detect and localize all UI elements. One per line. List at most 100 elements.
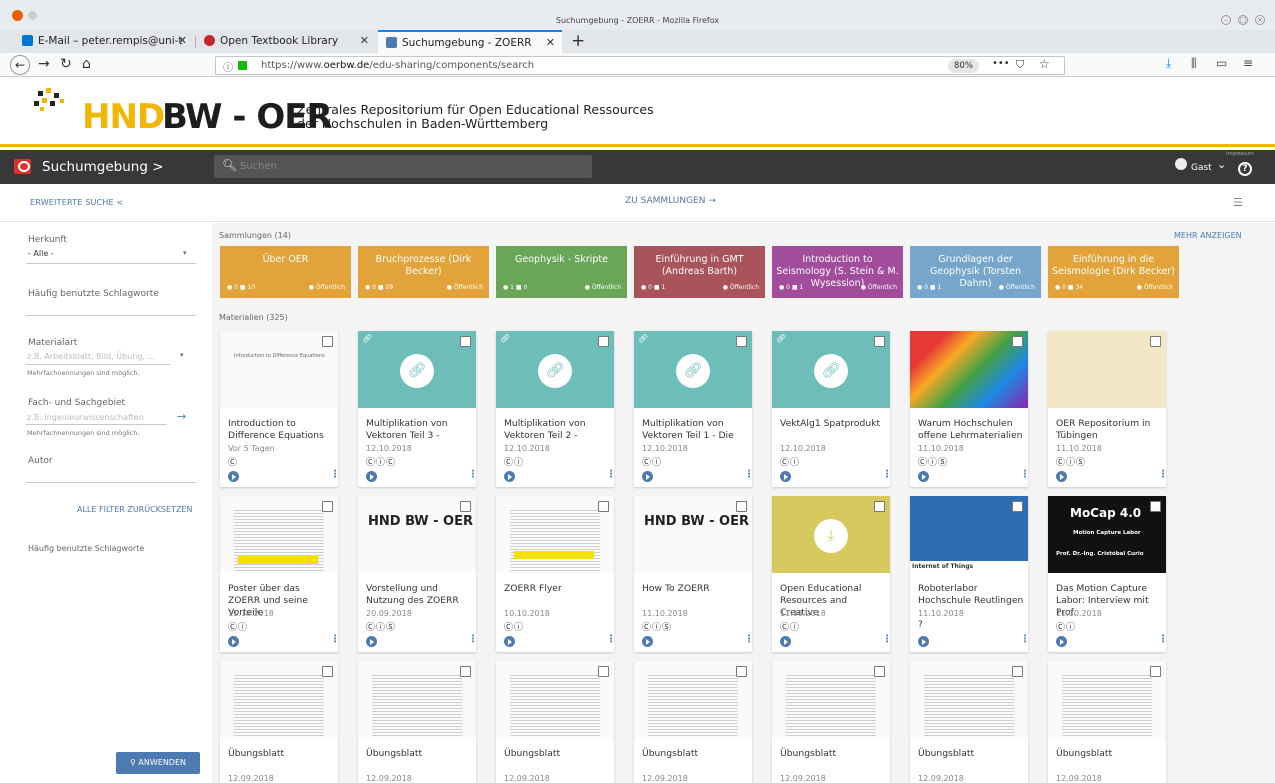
select-checkbox[interactable] bbox=[1012, 501, 1023, 512]
material-thumbnail[interactable] bbox=[220, 661, 338, 738]
select-checkbox[interactable] bbox=[874, 666, 885, 677]
collection-tile[interactable]: Introduction to Seismology (S. Stein & M… bbox=[772, 246, 903, 298]
material-card[interactable]: Internet of Things Roboterlabor Hochschul… bbox=[910, 496, 1030, 652]
reload-button[interactable]: ↻ bbox=[60, 56, 72, 73]
close-window-icon[interactable]: × bbox=[1255, 15, 1265, 25]
material-thumbnail[interactable] bbox=[496, 661, 614, 738]
sidebar-icon[interactable]: ▭ bbox=[1216, 56, 1227, 70]
show-more-link[interactable]: MEHR ANZEIGEN bbox=[1174, 231, 1242, 240]
material-card[interactable]: Übungsblatt 12.09.2018 bbox=[1048, 661, 1166, 783]
select-checkbox[interactable] bbox=[736, 666, 747, 677]
page-actions-icon[interactable]: ••• bbox=[992, 58, 1010, 69]
material-thumbnail[interactable]: MoCap 4.0 Motion Capture Labor Prof. Dr.-I… bbox=[1048, 496, 1166, 573]
collection-tile[interactable]: Bruchprozesse (Dirk Becker) ● 0 ■ 29 ● Öff… bbox=[358, 246, 489, 298]
material-title[interactable]: OER Repositorium in Tübingen bbox=[1056, 418, 1162, 442]
select-checkbox[interactable] bbox=[322, 501, 333, 512]
material-card[interactable]: 🔗︎ 🔗︎ VektAlg1 Spatprodukt 12.10.2018 Ⓒⓘ ⋮ bbox=[772, 331, 892, 487]
list-view-icon[interactable]: ☰ bbox=[1233, 196, 1243, 209]
select-checkbox[interactable] bbox=[598, 336, 609, 347]
select-checkbox[interactable] bbox=[874, 501, 885, 512]
select-checkbox[interactable] bbox=[1012, 666, 1023, 677]
material-title[interactable]: Übungsblatt bbox=[918, 748, 1024, 760]
url-bar[interactable]: ⓘ https://www.oerbw.de/edu-sharing/compo… bbox=[215, 56, 1065, 75]
material-card[interactable]: Übungsblatt 12.09.2018 bbox=[634, 661, 752, 783]
more-options-icon[interactable]: ⋮ bbox=[1020, 469, 1030, 480]
material-card[interactable]: Übungsblatt 12.09.2018 bbox=[358, 661, 476, 783]
play-icon[interactable] bbox=[504, 636, 515, 647]
more-options-icon[interactable]: ⋮ bbox=[744, 634, 754, 645]
zoom-indicator[interactable]: 80% bbox=[948, 59, 979, 73]
material-title[interactable]: Multiplikation von Vektoren Teil 1 - Die bbox=[642, 418, 748, 442]
more-options-icon[interactable]: ⋮ bbox=[1020, 634, 1030, 645]
material-card[interactable]: ⤓ Open Educational Resources and Creative… bbox=[772, 496, 892, 652]
fach-input[interactable]: z.B. Ingenieurwissenschaften bbox=[27, 413, 144, 422]
select-checkbox[interactable] bbox=[1012, 336, 1023, 347]
material-card[interactable]: HND BW - OER Vorstellung und Nutzung des … bbox=[358, 496, 478, 652]
minimize-icon[interactable]: – bbox=[1221, 15, 1231, 25]
material-card[interactable]: ZOERR Flyer 10.10.2018 Ⓒⓘ ⋮ bbox=[496, 496, 616, 652]
material-card[interactable]: Übungsblatt 12.09.2018 bbox=[772, 661, 890, 783]
back-button[interactable]: ← bbox=[10, 55, 30, 75]
select-checkbox[interactable] bbox=[874, 336, 885, 347]
material-title[interactable]: Roboterlabor Hochschule Reutlingen bbox=[918, 583, 1024, 607]
user-icon[interactable] bbox=[1175, 158, 1187, 170]
material-card[interactable]: OER Repositorium in Tübingen 11.10.2018 Ⓒⓘ… bbox=[1048, 331, 1168, 487]
collection-tile[interactable]: Einführung in GMT (Andreas Barth) ● 0 ■ 1… bbox=[634, 246, 765, 298]
material-title[interactable]: Übungsblatt bbox=[228, 748, 334, 760]
collection-tile[interactable]: Geophysik - Skripte ● 1 ■ 0 ● Öffentlich bbox=[496, 246, 627, 298]
material-thumbnail[interactable]: Internet of Things bbox=[910, 496, 1028, 573]
material-title[interactable]: Multiplikation von Vektoren Teil 2 - bbox=[504, 418, 610, 442]
material-card[interactable]: 🔗︎ 🔗︎ Multiplikation von Vektoren Teil 1 -… bbox=[634, 331, 754, 487]
material-thumbnail[interactable]: ⤓ bbox=[772, 496, 890, 573]
more-options-icon[interactable]: ⋮ bbox=[606, 634, 616, 645]
tab-suchumgebung[interactable]: Suchumgebung - ZOERR ✕ bbox=[378, 30, 562, 53]
select-checkbox[interactable] bbox=[598, 501, 609, 512]
forward-button[interactable]: → bbox=[38, 56, 50, 73]
chevron-down-icon[interactable]: ⌄ bbox=[1217, 158, 1226, 171]
chevron-down-icon[interactable]: ▾ bbox=[183, 249, 187, 257]
material-title[interactable]: ZOERR Flyer bbox=[504, 583, 610, 595]
info-icon[interactable]: ⓘ bbox=[223, 59, 233, 74]
material-title[interactable]: VektAlg1 Spatprodukt bbox=[780, 418, 886, 430]
play-icon[interactable] bbox=[366, 471, 377, 482]
play-icon[interactable] bbox=[228, 636, 239, 647]
material-thumbnail[interactable]: 🔗︎ 🔗︎ bbox=[358, 331, 476, 408]
material-thumbnail[interactable]: HND BW - OER bbox=[634, 496, 752, 573]
material-card[interactable]: Übungsblatt 12.09.2018 bbox=[910, 661, 1028, 783]
material-card[interactable]: Warum Hochschulen offene Lehrmaterialien… bbox=[910, 331, 1030, 487]
collection-tile[interactable]: Einführung in die Seismologie (Dirk Beck… bbox=[1048, 246, 1179, 298]
material-thumbnail[interactable] bbox=[1048, 331, 1166, 408]
play-icon[interactable] bbox=[1056, 471, 1067, 482]
material-thumbnail[interactable] bbox=[1048, 661, 1166, 738]
play-icon[interactable] bbox=[642, 636, 653, 647]
play-icon[interactable] bbox=[780, 471, 791, 482]
material-thumbnail[interactable] bbox=[772, 661, 890, 738]
material-title[interactable]: Multiplikation von Vektoren Teil 3 - bbox=[366, 418, 472, 442]
close-tab-icon[interactable]: ✕ bbox=[178, 34, 187, 47]
material-title[interactable]: Übungsblatt bbox=[642, 748, 748, 760]
material-title[interactable]: How To ZOERR bbox=[642, 583, 748, 595]
material-card[interactable]: Übungsblatt 12.09.2018 bbox=[496, 661, 614, 783]
material-title[interactable]: Übungsblatt bbox=[780, 748, 886, 760]
select-checkbox[interactable] bbox=[460, 336, 471, 347]
more-options-icon[interactable]: ⋮ bbox=[468, 469, 478, 480]
material-card[interactable]: 🔗︎ 🔗︎ Multiplikation von Vektoren Teil 2 -… bbox=[496, 331, 616, 487]
search-icon[interactable]: 🔍︎ bbox=[222, 158, 237, 172]
material-thumbnail[interactable]: 🔗︎ 🔗︎ bbox=[634, 331, 752, 408]
material-thumbnail[interactable] bbox=[496, 496, 614, 573]
collection-tile[interactable]: Über OER ● 0 ■ 10 ● Öffentlich bbox=[220, 246, 351, 298]
new-tab-button[interactable]: + bbox=[571, 31, 585, 51]
more-options-icon[interactable]: ⋮ bbox=[1158, 469, 1168, 480]
material-card[interactable]: Übungsblatt 12.09.2018 bbox=[220, 661, 338, 783]
play-icon[interactable] bbox=[780, 636, 791, 647]
select-checkbox[interactable] bbox=[1150, 501, 1161, 512]
play-icon[interactable] bbox=[366, 636, 377, 647]
tab-email[interactable]: E-Mail – peter.rempis@uni-t ✕ bbox=[14, 30, 194, 53]
material-card[interactable]: Poster über das ZOERR und seine Vorteile… bbox=[220, 496, 340, 652]
home-button[interactable]: ⌂ bbox=[82, 56, 91, 73]
material-thumbnail[interactable] bbox=[358, 661, 476, 738]
material-thumbnail[interactable]: Introduction to Difference Equations bbox=[220, 331, 338, 408]
search-box[interactable]: 🔍︎ bbox=[214, 155, 592, 178]
menu-icon[interactable]: ≡ bbox=[1243, 56, 1253, 70]
help-icon[interactable]: ? bbox=[1238, 162, 1252, 176]
